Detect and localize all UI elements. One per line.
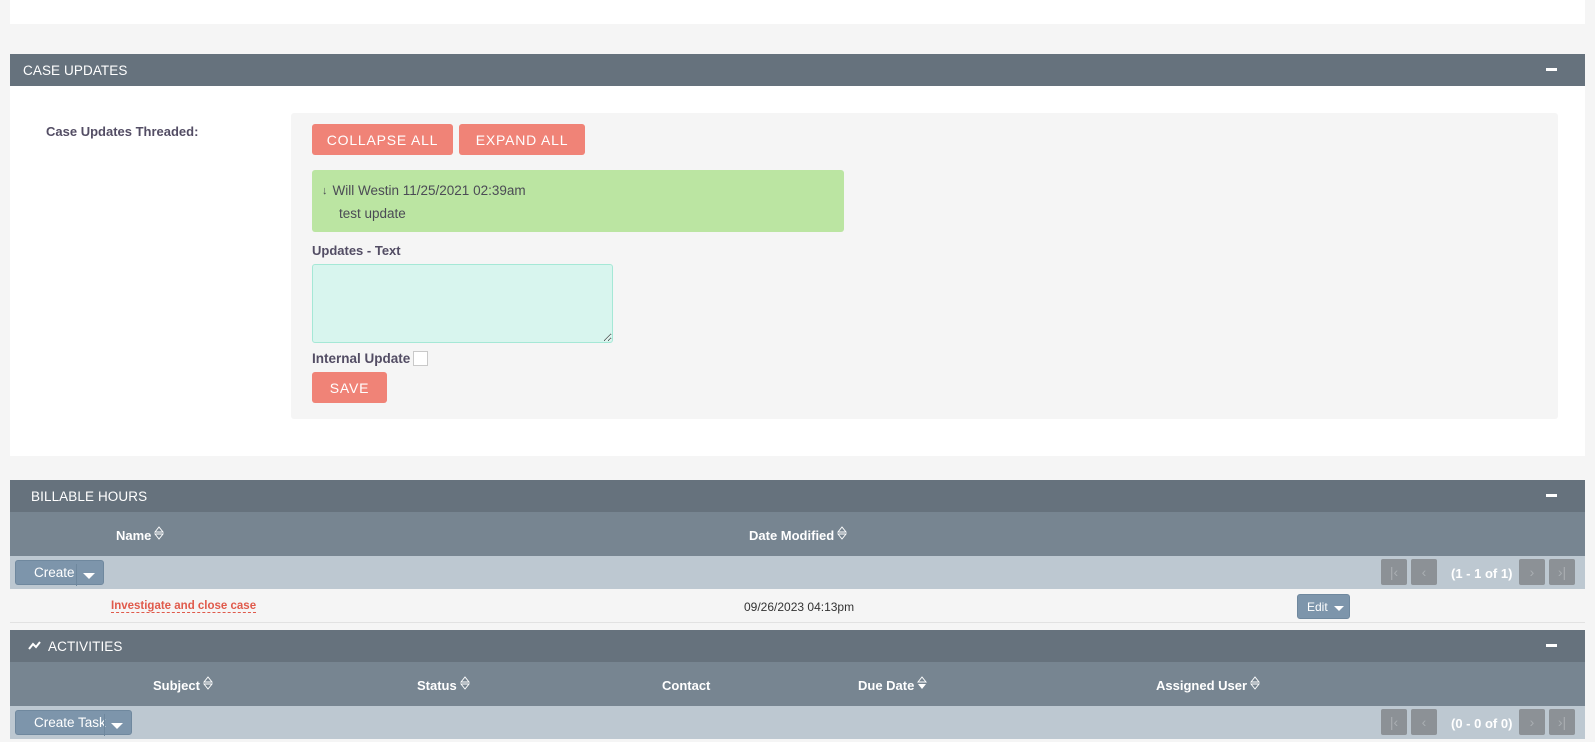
table-row: Investigate and close case 09/26/2023 04…: [10, 590, 1585, 623]
column-date-modified-label: Date Modified: [749, 528, 835, 543]
column-name[interactable]: Name: [116, 525, 165, 543]
next-page-icon[interactable]: ›: [1519, 559, 1545, 585]
date-modified-cell: 09/26/2023 04:13pm: [744, 600, 855, 614]
internal-update-label: Internal Update: [312, 351, 411, 366]
sort-icon[interactable]: [837, 525, 848, 540]
thread-author-date: Will Westin 11/25/2021 02:39am: [332, 183, 526, 198]
thread-text: test update: [339, 206, 406, 221]
prev-page-icon[interactable]: ‹: [1411, 559, 1437, 585]
create-task-button-label: Create Task: [34, 715, 106, 730]
first-page-icon[interactable]: |‹: [1381, 709, 1407, 735]
column-subject-label: Subject: [153, 678, 200, 693]
billable-hours-header[interactable]: BILLABLE HOURS: [10, 480, 1585, 512]
case-updates-container: COLLAPSE ALL EXPAND ALL ↓ Will Westin 11…: [291, 113, 1558, 419]
caret-down-icon[interactable]: [83, 573, 95, 579]
internal-update-checkbox[interactable]: [413, 351, 429, 366]
divider: [104, 714, 105, 736]
column-due-date-label: Due Date: [858, 678, 915, 693]
caret-down-icon[interactable]: [111, 723, 123, 729]
pagination-text: (0 - 0 of 0): [1451, 716, 1513, 731]
column-status-label: Status: [417, 678, 457, 693]
sort-descending-icon[interactable]: [917, 675, 928, 690]
pagination-text: (1 - 1 of 1): [1451, 566, 1513, 581]
activities-column-header: Subject Status Contact Due Date Assigned…: [10, 662, 1585, 707]
activities-title: ACTIVITIES: [48, 638, 123, 654]
column-assigned-user[interactable]: Assigned User: [1156, 675, 1261, 693]
create-task-button[interactable]: Create Task: [15, 710, 132, 736]
column-assigned-user-label: Assigned User: [1156, 678, 1248, 693]
save-button[interactable]: SAVE: [312, 372, 387, 403]
collapse-panel-icon[interactable]: [1546, 644, 1557, 647]
create-button-label: Create: [34, 565, 75, 580]
column-contact: Contact: [662, 678, 710, 693]
case-updates-header[interactable]: CASE UPDATES: [10, 54, 1585, 86]
billable-hours-toolbar: Create |‹ ‹ (1 - 1 of 1) › ›|: [10, 556, 1585, 589]
sort-icon[interactable]: [154, 525, 165, 540]
column-subject[interactable]: Subject: [153, 675, 213, 693]
first-page-icon[interactable]: |‹: [1381, 559, 1407, 585]
column-contact-label: Contact: [662, 678, 711, 693]
last-page-icon[interactable]: ›|: [1549, 709, 1575, 735]
updates-text-field[interactable]: [312, 264, 613, 343]
record-name-link[interactable]: Investigate and close case: [111, 600, 257, 613]
sort-icon[interactable]: [459, 675, 470, 690]
internal-update-row: Internal Update: [312, 351, 429, 366]
updates-text-label: Updates - Text: [312, 243, 401, 258]
billable-hours-title: BILLABLE HOURS: [31, 488, 148, 504]
thread-header[interactable]: ↓ Will Westin 11/25/2021 02:39am: [322, 183, 526, 198]
collapse-panel-icon[interactable]: [1546, 68, 1557, 71]
create-button[interactable]: Create: [15, 560, 104, 586]
edit-button-label: Edit: [1307, 599, 1328, 614]
expand-all-button[interactable]: EXPAND ALL: [459, 124, 585, 155]
activity-chart-icon: [28, 641, 41, 650]
activities-toolbar: Create Task |‹ ‹ (0 - 0 of 0) › ›|: [10, 706, 1585, 739]
edit-button[interactable]: Edit: [1297, 594, 1350, 619]
case-updates-threaded-label: Case Updates Threaded:: [46, 124, 199, 139]
caret-down-icon[interactable]: [1334, 606, 1344, 611]
column-due-date[interactable]: Due Date: [858, 675, 928, 693]
column-status[interactable]: Status: [417, 675, 470, 693]
collapse-all-button[interactable]: COLLAPSE ALL: [312, 124, 453, 155]
divider: [76, 564, 77, 586]
column-date-modified[interactable]: Date Modified: [749, 525, 848, 543]
sort-icon[interactable]: [202, 675, 213, 690]
billable-hours-column-header: Name Date Modified: [10, 512, 1585, 557]
next-page-icon[interactable]: ›: [1519, 709, 1545, 735]
case-updates-body: Case Updates Threaded: COLLAPSE ALL EXPA…: [10, 86, 1585, 456]
collapse-panel-icon[interactable]: [1546, 494, 1557, 497]
top-card: [10, 0, 1585, 24]
case-update-thread[interactable]: ↓ Will Westin 11/25/2021 02:39am test up…: [312, 170, 844, 232]
chevron-double-down-icon[interactable]: ↓: [322, 185, 328, 197]
prev-page-icon[interactable]: ‹: [1411, 709, 1437, 735]
case-updates-title: CASE UPDATES: [23, 62, 128, 78]
last-page-icon[interactable]: ›|: [1549, 559, 1575, 585]
column-name-label: Name: [116, 528, 152, 543]
sort-icon[interactable]: [1250, 675, 1261, 690]
activities-header[interactable]: ACTIVITIES: [10, 630, 1585, 662]
